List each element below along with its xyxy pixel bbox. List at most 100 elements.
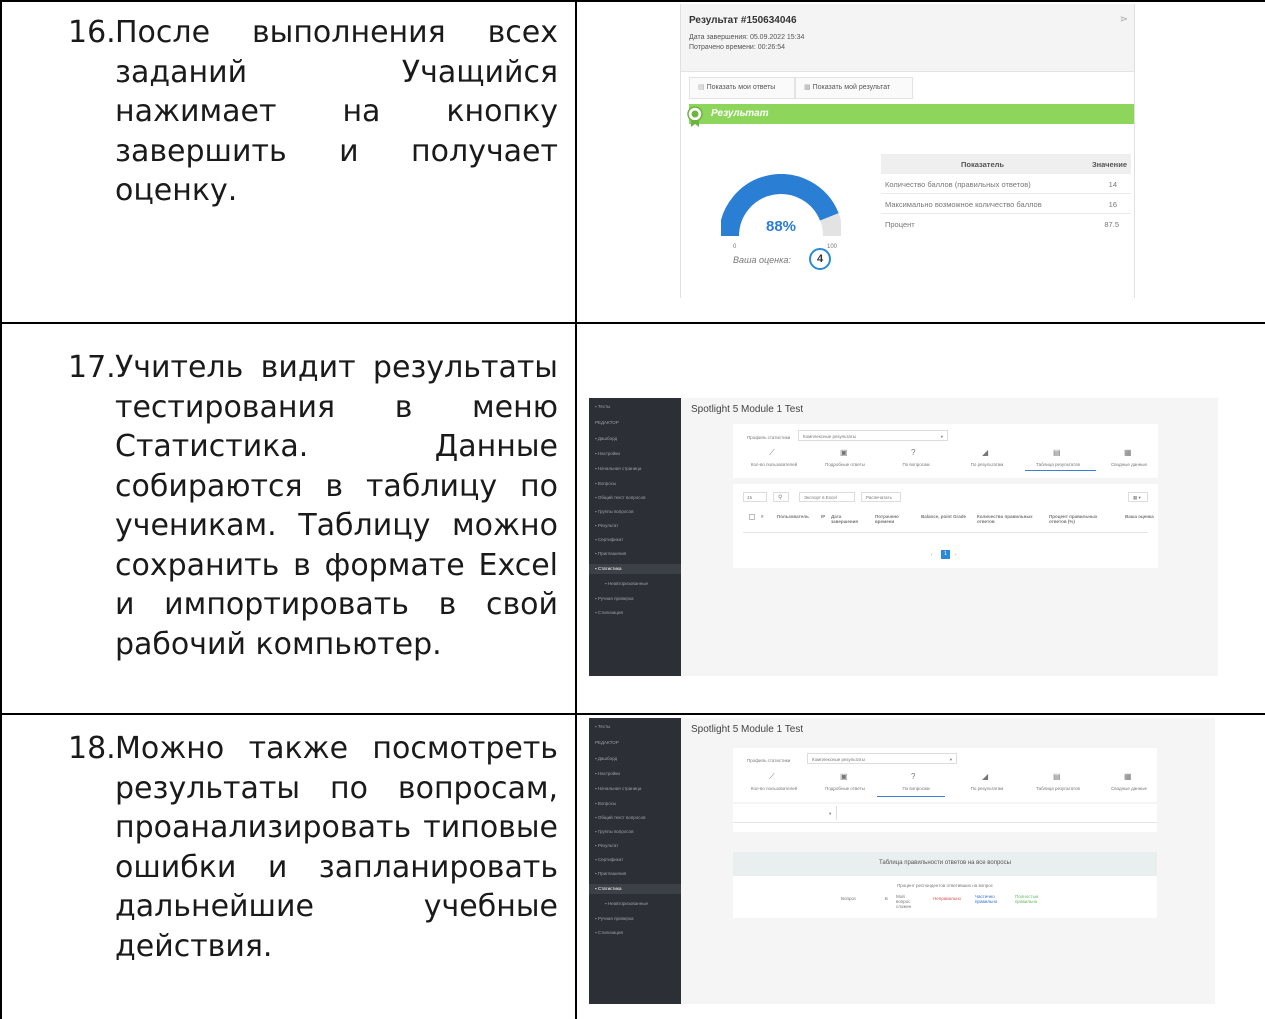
search-button[interactable]: ⚲ xyxy=(773,492,789,502)
sidebar-item[interactable]: ▪ Приглашения xyxy=(595,551,626,556)
button-label: Экспорт в Excel xyxy=(804,495,837,500)
table-row: Количество баллов (правильных ответов) 1… xyxy=(881,174,1131,194)
sidebar-item[interactable]: ▪ Статистика xyxy=(595,566,621,571)
active-tab-indicator xyxy=(877,796,945,797)
filter-label: Профиль статистики xyxy=(747,758,791,763)
per-page-value: 15 xyxy=(747,495,753,500)
sidebar-item[interactable]: ▪ Стилизация xyxy=(595,930,623,935)
question-select[interactable]: ▾ xyxy=(733,806,837,820)
stats-tab[interactable]: Таблица результатов xyxy=(1025,786,1091,791)
tab-icon: ▤ xyxy=(1053,448,1061,457)
sidebar-item[interactable]: ▪ Стилизация xyxy=(595,610,623,615)
chevron-down-icon: ▾ xyxy=(949,757,952,762)
stats-tab[interactable]: Таблица результатов xyxy=(1025,462,1091,467)
table-header-row: Показатель Значение xyxy=(881,154,1131,174)
sidebar-item[interactable]: ▪ Общий текст вопросов xyxy=(595,495,645,500)
sidebar-item[interactable]: ▪ Сертификат xyxy=(595,857,623,862)
show-result-tab[interactable]: ▩ Показать мой результат xyxy=(795,77,913,99)
per-page-select[interactable]: 15 xyxy=(743,492,767,502)
sidebar-item[interactable]: ▪ Ручная проверка xyxy=(595,596,633,601)
stats-tab[interactable]: По вопросам xyxy=(883,462,949,467)
question-filter-panel: ▾ xyxy=(733,804,1157,832)
sidebar-item[interactable]: ▪ Начальная страница xyxy=(595,466,641,471)
column-header[interactable]: Процент правильных ответов (%) xyxy=(1049,514,1109,524)
stats-tab[interactable]: По результатам xyxy=(954,462,1020,467)
sidebar-item[interactable]: ▪ Группы вопросов xyxy=(595,829,634,834)
column-divider xyxy=(575,0,577,1019)
divider xyxy=(743,532,1148,533)
sidebar-item[interactable]: ▪ Неавторизованные xyxy=(605,901,648,906)
statistics-screenshot: ▪ Тесты РЕДАКТОР ▪ Дашборд ▪ Настройки ▪ Нач… xyxy=(589,398,1218,676)
sidebar-item[interactable]: ▪ Вопросы xyxy=(595,481,616,486)
step-description: Учитель видит результаты тестирования в … xyxy=(115,350,558,662)
value-cell: 87.5 xyxy=(1104,220,1119,229)
metric-cell: Процент xyxy=(885,220,915,229)
column-header[interactable]: Дата завершения xyxy=(831,514,865,524)
next-page-icon[interactable]: › xyxy=(955,552,957,557)
tab-label: Показать мой результат xyxy=(812,84,891,91)
gauge-min: 0 xyxy=(733,244,737,250)
sidebar-item[interactable]: ▪ Статистика xyxy=(595,886,621,891)
sidebar-item[interactable]: ▪ Сертификат xyxy=(595,537,623,542)
active-tab-indicator xyxy=(1025,470,1096,471)
grade-label: Ваша оценка: xyxy=(733,255,791,265)
sidebar-item[interactable]: ▪ Дашборд xyxy=(595,436,617,441)
legend-item: Мой вопрос сложен xyxy=(896,894,912,909)
sidebar-item[interactable]: ▪ Результат xyxy=(595,523,618,528)
result-banner: Результат xyxy=(689,104,1134,124)
tab-icon: ? xyxy=(911,448,916,457)
tab-icon: ◢ xyxy=(982,448,989,457)
share-icon[interactable]: ⋗ xyxy=(1120,14,1128,25)
step-description: Можно также посмотреть результаты по воп… xyxy=(115,731,558,964)
sidebar-item[interactable]: ▪ Результат xyxy=(595,843,618,848)
select-all-checkbox[interactable] xyxy=(749,514,755,520)
column-header[interactable]: Пользователь xyxy=(777,514,811,519)
column-header[interactable]: Количество правильных ответов xyxy=(977,514,1037,524)
column-header[interactable]: Balance, point xyxy=(921,514,955,519)
stats-tab[interactable]: Кол-во пользователей xyxy=(741,462,807,467)
stats-tab[interactable]: Подробные ответы xyxy=(812,786,878,791)
stats-tab[interactable]: Сводные данные xyxy=(1096,786,1162,791)
sidebar-item[interactable]: ▪ Неавторизованные xyxy=(605,581,648,586)
prev-page-icon[interactable]: ‹ xyxy=(931,552,933,557)
profile-select[interactable]: Комплексные результаты ▾ xyxy=(798,430,948,441)
stats-tab[interactable]: Подробные ответы xyxy=(812,462,878,467)
stats-tab[interactable]: Кол-во пользователей xyxy=(741,786,807,791)
page-1-button[interactable]: 1 xyxy=(941,550,950,559)
sidebar-item[interactable]: ▪ Настройки xyxy=(595,771,620,776)
column-header[interactable]: Потрачено времени xyxy=(875,514,909,524)
sidebar-item[interactable]: ▪ Вопросы xyxy=(595,801,616,806)
sidebar-item[interactable]: ▪ Настройки xyxy=(595,451,620,456)
sidebar-item[interactable]: ▪ Общий текст вопросов xyxy=(595,815,645,820)
row-divider-1 xyxy=(0,322,1265,324)
export-excel-button[interactable]: Экспорт в Excel xyxy=(799,492,855,502)
tab-icon: ⟋ xyxy=(769,772,775,781)
select-value: Комплексные результаты xyxy=(812,757,865,762)
sidebar-item: РЕДАКТОР xyxy=(595,740,619,745)
show-answers-tab[interactable]: ▤ Показать мои ответы xyxy=(689,77,795,99)
sidebar-item[interactable]: ▪ Группы вопросов xyxy=(595,509,634,514)
tab-icon: ▤ xyxy=(1053,772,1061,781)
stats-tab[interactable]: Сводные данные xyxy=(1096,462,1162,467)
stats-tab[interactable]: По вопросам xyxy=(883,786,949,791)
sidebar-item[interactable]: ▪ Ручная проверка xyxy=(595,916,633,921)
filter-label: Профиль статистики xyxy=(747,435,791,440)
columns-menu-button[interactable]: ▦ ▾ xyxy=(1128,492,1148,502)
sidebar-item[interactable]: ▪ Тесты xyxy=(595,724,610,729)
tab-icon: ? xyxy=(911,772,916,781)
sidebar-item[interactable]: ▪ Дашборд xyxy=(595,756,617,761)
stats-tab[interactable]: По результатам xyxy=(954,786,1020,791)
legend-item: Неправильно xyxy=(933,896,962,901)
sidebar-item[interactable]: ▪ Тесты xyxy=(595,404,610,409)
sidebar-item[interactable]: ▪ Приглашения xyxy=(595,871,626,876)
sidebar-item[interactable]: ▪ Начальная страница xyxy=(595,786,641,791)
step-number: 17. xyxy=(68,350,116,385)
column-header[interactable]: Ваша оценка xyxy=(1125,514,1159,519)
sidebar-item: РЕДАКТОР xyxy=(595,420,619,425)
print-button[interactable]: Распечатать xyxy=(861,492,901,502)
result-header: Результат #150634046 Дата завершения: 05… xyxy=(681,4,1134,72)
tab-icon: ⟋ xyxy=(769,448,775,457)
chevron-down-icon: ▾ xyxy=(829,811,832,816)
step-description: После выполнения всех заданий Учащийся н… xyxy=(115,15,558,208)
profile-select[interactable]: Комплексные результаты ▾ xyxy=(807,753,957,764)
